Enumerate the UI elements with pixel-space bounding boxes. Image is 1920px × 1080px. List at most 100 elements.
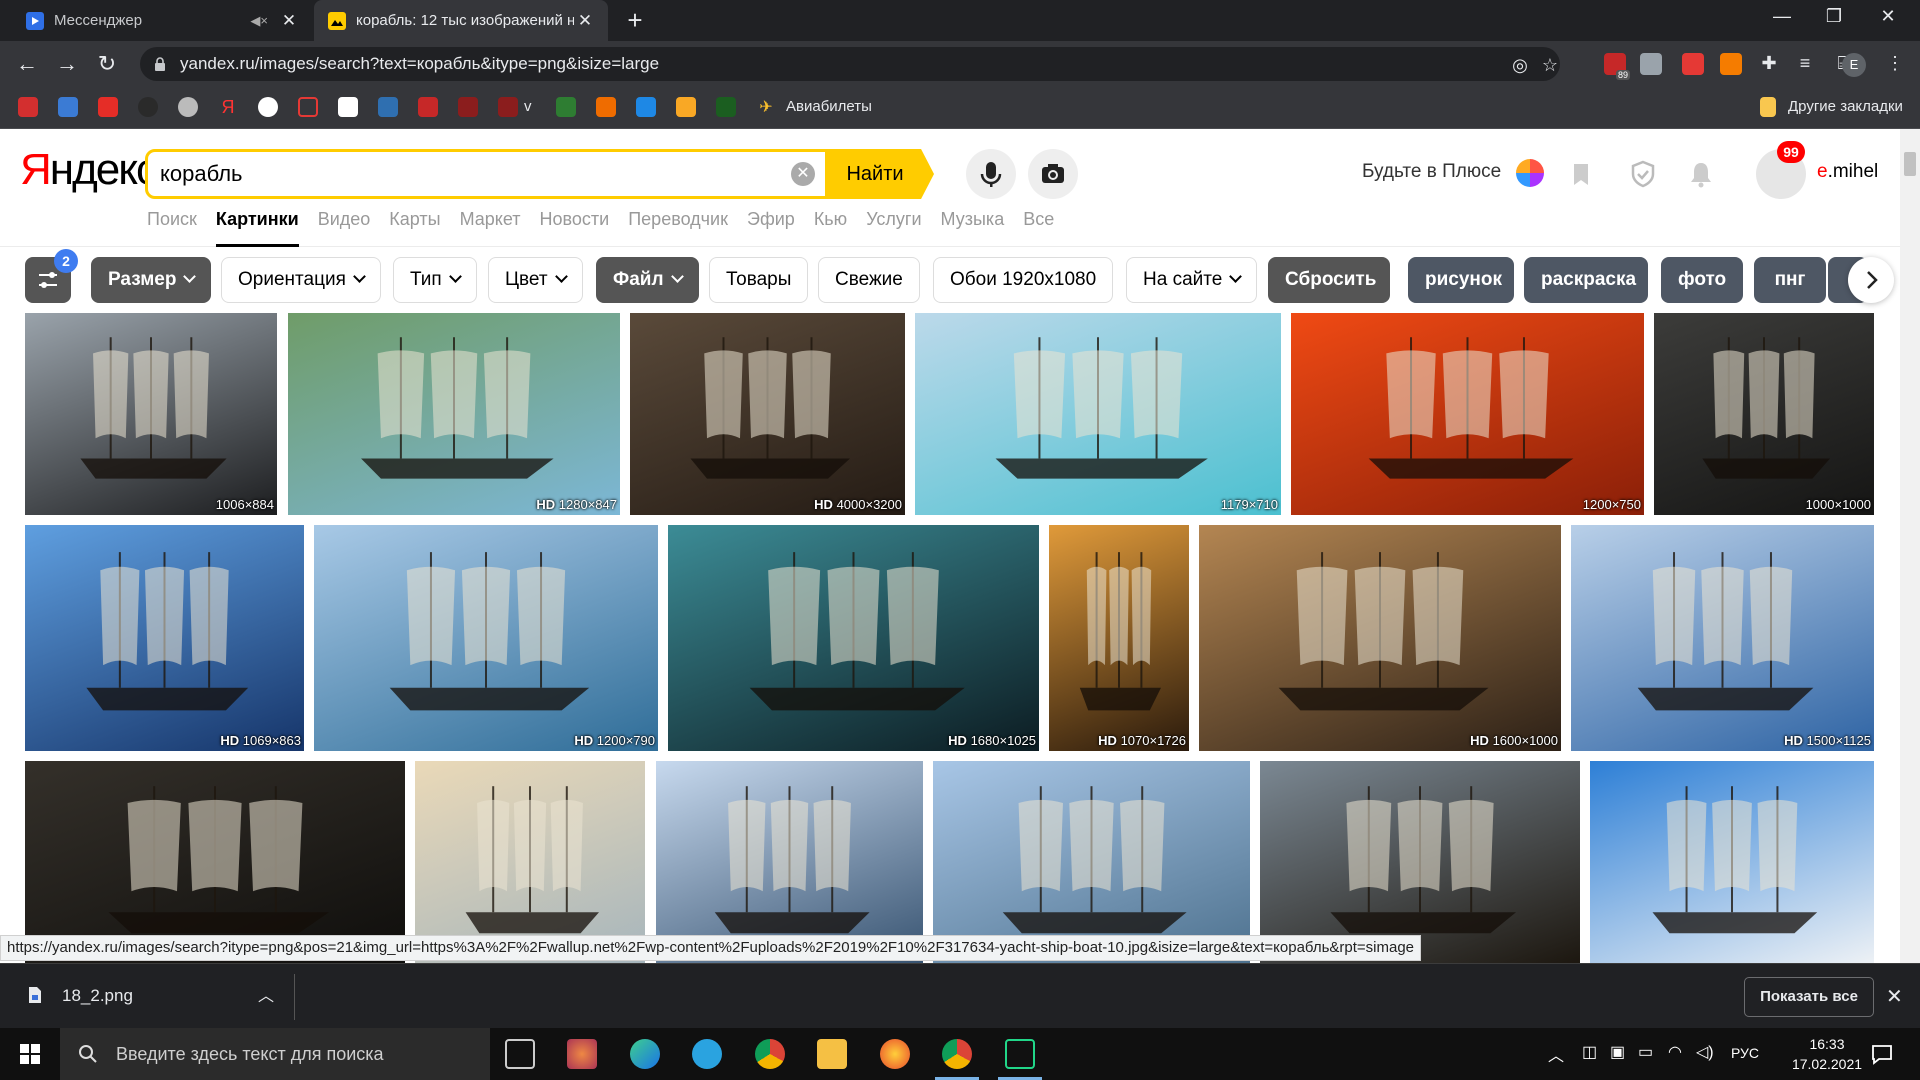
service-search[interactable]: Поиск	[147, 209, 197, 247]
mute-icon[interactable]: ◀×	[250, 13, 268, 29]
snip-tool-icon[interactable]	[567, 1039, 597, 1069]
plus-text[interactable]: Будьте в Плюсе	[1362, 161, 1501, 182]
bookmark-icon[interactable]	[378, 97, 398, 117]
reset-filters-button[interactable]: Сбросить	[1268, 257, 1390, 303]
collections-icon[interactable]	[1566, 159, 1596, 189]
github-bookmark-icon[interactable]	[138, 97, 158, 117]
close-tab-icon[interactable]: ✕	[278, 10, 300, 32]
lock-icon[interactable]	[154, 57, 166, 71]
image-thumbnail[interactable]: 1006×884	[25, 313, 277, 515]
bookmark-icon[interactable]	[18, 97, 38, 117]
other-bookmarks[interactable]: Другие закладки	[1788, 98, 1903, 115]
service-all[interactable]: Все	[1023, 209, 1054, 247]
clock[interactable]: 16:33 17.02.2021	[1790, 1034, 1864, 1074]
bookmark-label[interactable]: v	[524, 98, 532, 115]
image-thumbnail[interactable]: 1000×1000	[1654, 313, 1874, 515]
image-thumbnail[interactable]: HD 1680×1025	[668, 525, 1039, 751]
suggestion-chip[interactable]: пнг	[1754, 257, 1826, 303]
mit-bookmark-icon[interactable]	[458, 97, 478, 117]
service-music[interactable]: Музыка	[941, 209, 1005, 247]
tab-images[interactable]: корабль: 12 тыс изображений н ✕	[314, 0, 608, 41]
bookmark-icon[interactable]	[556, 97, 576, 117]
service-translate[interactable]: Переводчик	[628, 209, 728, 247]
image-search-button[interactable]	[1028, 149, 1078, 199]
file-explorer-icon[interactable]	[817, 1039, 847, 1069]
battery-icon[interactable]: ▭	[1638, 1042, 1653, 1062]
bookmark-icon[interactable]	[636, 97, 656, 117]
filter-color[interactable]: Цвет	[488, 257, 583, 303]
voice-search-button[interactable]	[966, 149, 1016, 199]
plus-icon[interactable]	[1516, 159, 1544, 187]
pycharm-icon[interactable]	[1005, 1039, 1035, 1069]
close-icon[interactable]: ✕	[1886, 984, 1903, 1009]
image-thumbnail[interactable]: HD 4000×3200	[630, 313, 905, 515]
image-thumbnail[interactable]	[933, 761, 1250, 963]
filter-file[interactable]: Файл	[596, 257, 699, 303]
close-tab-icon[interactable]: ✕	[574, 10, 596, 32]
extensions-puzzle-icon[interactable]: ✚	[1758, 53, 1780, 75]
chrome-icon[interactable]	[755, 1039, 785, 1069]
filter-type[interactable]: Тип	[393, 257, 477, 303]
service-video[interactable]: Видео	[318, 209, 371, 247]
image-thumbnail[interactable]: HD 1070×1726	[1049, 525, 1189, 751]
service-q[interactable]: Кью	[814, 209, 847, 247]
chips-next-button[interactable]	[1848, 257, 1894, 303]
image-thumbnail[interactable]	[1260, 761, 1580, 963]
youtube-bookmark-icon[interactable]	[98, 97, 118, 117]
tray-app-icon[interactable]: ▣	[1610, 1042, 1625, 1062]
taskbar-search[interactable]: Введите здесь текст для поиска	[60, 1028, 490, 1080]
image-thumbnail[interactable]: 1200×750	[1291, 313, 1644, 515]
image-thumbnail[interactable]: 1179×710	[915, 313, 1281, 515]
firefox-icon[interactable]	[880, 1039, 910, 1069]
menu-icon[interactable]: ⋮	[1884, 53, 1906, 75]
filter-wallpaper[interactable]: Обои 1920x1080	[933, 257, 1114, 303]
image-thumbnail[interactable]: HD 1069×863	[25, 525, 304, 751]
new-tab-button[interactable]: +	[620, 7, 650, 34]
mit-bookmark-icon[interactable]	[498, 97, 518, 117]
wifi-icon[interactable]: ◠	[1668, 1042, 1682, 1062]
url-text[interactable]: yandex.ru/images/search?text=корабль&ity…	[180, 54, 659, 74]
yandex-bookmark-icon[interactable]: Я	[218, 97, 238, 117]
image-thumbnail[interactable]: HD 1200×790	[314, 525, 658, 751]
telegram-icon[interactable]	[692, 1039, 722, 1069]
service-market[interactable]: Маркет	[460, 209, 521, 247]
page-scrollbar[interactable]	[1900, 129, 1920, 963]
bookmark-icon[interactable]	[596, 97, 616, 117]
image-thumbnail[interactable]	[1590, 761, 1874, 963]
adblock-extension-icon[interactable]: 89	[1604, 53, 1630, 80]
image-thumbnail[interactable]: HD 1500×1125	[1571, 525, 1874, 751]
vk-bookmark-icon[interactable]	[58, 97, 78, 117]
show-all-downloads-button[interactable]: Показать все	[1744, 977, 1874, 1017]
tab-messenger[interactable]: Мессенджер ◀× ✕	[12, 0, 312, 41]
chevron-up-icon[interactable]: ︿	[258, 982, 274, 1006]
bookmark-star-icon[interactable]: ☆	[1540, 55, 1560, 75]
filter-orientation[interactable]: Ориентация	[221, 257, 381, 303]
clear-icon[interactable]: ✕	[791, 162, 815, 186]
service-news[interactable]: Новости	[540, 209, 610, 247]
forward-button[interactable]: →	[52, 49, 82, 79]
bookmark-icon[interactable]	[676, 97, 696, 117]
start-button[interactable]	[0, 1028, 60, 1080]
suggestion-chip[interactable]: раскраска	[1524, 257, 1648, 303]
bell-icon[interactable]	[1686, 159, 1716, 189]
filter-fresh[interactable]: Свежие	[818, 257, 920, 303]
bookmark-icon[interactable]	[298, 97, 318, 117]
minimize-button[interactable]: —	[1762, 6, 1802, 34]
service-maps[interactable]: Карты	[389, 209, 440, 247]
shield-icon[interactable]	[1628, 159, 1658, 189]
reload-button[interactable]: ↻	[92, 49, 122, 79]
tray-app-icon[interactable]: ◫	[1582, 1042, 1597, 1062]
filter-on-site[interactable]: На сайте	[1126, 257, 1258, 303]
bookmark-icon[interactable]	[418, 97, 438, 117]
taskbar-search-input[interactable]: Введите здесь текст для поиска	[116, 1044, 384, 1065]
suggestion-chip[interactable]: рисунок	[1408, 257, 1514, 303]
extension-icon[interactable]	[1640, 53, 1662, 75]
image-thumbnail[interactable]	[415, 761, 645, 963]
aviatickets-icon[interactable]: ✈	[756, 97, 776, 117]
bookmark-aviatickets[interactable]: Авиабилеты	[786, 98, 872, 115]
filter-size[interactable]: Размер	[91, 257, 212, 303]
volume-icon[interactable]: ◁)	[1696, 1042, 1714, 1062]
chevron-up-icon[interactable]: ︿	[1548, 1042, 1564, 1066]
image-thumbnail[interactable]	[25, 761, 405, 963]
image-thumbnail[interactable]	[656, 761, 923, 963]
